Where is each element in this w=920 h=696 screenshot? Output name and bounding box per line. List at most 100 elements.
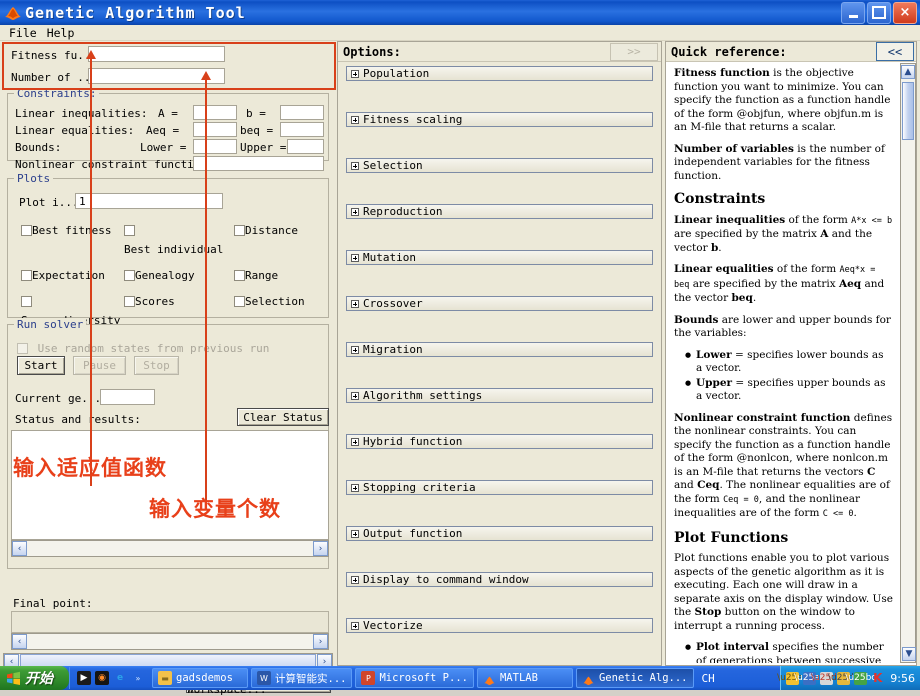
checkbox-box[interactable] (234, 225, 245, 236)
ime-indicator[interactable]: CH (694, 672, 723, 685)
menu-file[interactable]: File (4, 26, 42, 40)
expand-plus-icon[interactable] (351, 115, 359, 124)
checkbox-box[interactable] (124, 270, 135, 281)
scroll-right-icon[interactable]: › (313, 634, 328, 649)
options-section-hybrid-function[interactable]: Hybrid function (346, 434, 653, 449)
checkbox-box[interactable] (21, 296, 32, 307)
expand-plus-icon[interactable] (351, 69, 359, 78)
close-button[interactable]: × (893, 1, 917, 24)
checkbox-genealogy[interactable]: Genealogy (124, 264, 234, 283)
options-section-display-to-command-window[interactable]: Display to command window (346, 572, 653, 587)
quick-reference-vertical-scrollbar[interactable]: ▲ ▼ (900, 63, 916, 663)
taskbar-item-genetic-algorithm[interactable]: Genetic Alg... (575, 668, 694, 688)
section-label: Algorithm settings (363, 389, 483, 402)
maximize-button[interactable] (867, 1, 891, 24)
checkbox-box[interactable] (124, 225, 135, 236)
pause-button[interactable]: Pause (73, 356, 126, 375)
scroll-thumb[interactable] (902, 82, 914, 140)
stop-button[interactable]: Stop (134, 356, 179, 375)
scroll-right-icon[interactable]: › (313, 541, 328, 556)
checkbox-best-fitness[interactable]: Best fitness (21, 219, 124, 257)
quick-reference-heading: Constraints (674, 191, 766, 207)
upper-input[interactable] (287, 139, 324, 154)
aeq-input[interactable] (193, 122, 237, 137)
status-results-textarea[interactable] (11, 430, 329, 540)
options-section-migration[interactable]: Migration (346, 342, 653, 357)
checkbox-best-individual[interactable]: Best individual (124, 219, 234, 257)
checkbox-selection[interactable]: Selection (234, 290, 305, 328)
folder-icon: ▬ (158, 671, 172, 685)
beq-input[interactable] (280, 122, 324, 137)
realplayer-icon[interactable]: ◉ (95, 671, 109, 685)
genetic-algorithm-tool-window: Genetic Algorithm Tool × File Help Fitne… (0, 0, 920, 696)
status-horizontal-scrollbar[interactable]: ‹ › (11, 540, 329, 557)
expand-plus-icon[interactable] (351, 391, 359, 400)
expand-plus-icon[interactable] (351, 299, 359, 308)
a-input[interactable] (193, 105, 237, 120)
expand-plus-icon[interactable] (351, 161, 359, 170)
options-section-reproduction[interactable]: Reproduction (346, 204, 653, 219)
taskbar-item-matlab[interactable]: MATLAB (476, 668, 573, 688)
plot-interval-input[interactable] (75, 193, 223, 209)
checkbox-scores[interactable]: Scores (124, 290, 234, 328)
options-section-output-function[interactable]: Output function (346, 526, 653, 541)
checkbox-box[interactable] (124, 296, 135, 307)
scroll-down-icon[interactable]: ▼ (902, 647, 916, 661)
checkbox-box[interactable] (21, 225, 32, 236)
expand-plus-icon[interactable] (351, 207, 359, 216)
use-random-states-checkbox[interactable]: Use random states from previous run (17, 337, 269, 356)
start-button[interactable]: 开始 (0, 666, 69, 690)
final-point-horizontal-scrollbar[interactable]: ‹ › (11, 633, 329, 650)
nonlinear-constraint-input[interactable] (193, 156, 324, 171)
checkbox-label: Distance (245, 224, 298, 237)
taskbar-clock[interactable]: 9:56 (890, 672, 915, 685)
lower-input[interactable] (193, 139, 237, 154)
taskbar-item-powerpoint[interactable]: P Microsoft P... (355, 668, 474, 688)
shield-icon[interactable]: \u25bc (845, 671, 876, 685)
scroll-left-icon[interactable]: ‹ (12, 541, 27, 556)
options-collapse-button[interactable]: >> (610, 42, 658, 61)
scroll-left-icon[interactable]: ‹ (12, 634, 27, 649)
checkbox-distance[interactable]: Distance (234, 219, 298, 257)
taskbar-item-word-doc[interactable]: W 计算智能实... (251, 668, 353, 688)
beq-label: beq = (240, 124, 274, 137)
b-input[interactable] (280, 105, 324, 120)
options-section-crossover[interactable]: Crossover (346, 296, 653, 311)
expand-plus-icon[interactable] (351, 529, 359, 538)
scroll-up-icon[interactable]: ▲ (901, 65, 915, 79)
taskbar-item-gadsdemos[interactable]: ▬ gadsdemos (152, 668, 248, 688)
expand-plus-icon[interactable] (351, 253, 359, 262)
options-section-mutation[interactable]: Mutation (346, 250, 653, 265)
quick-reference-collapse-button[interactable]: << (876, 42, 914, 61)
expand-plus-icon[interactable] (351, 437, 359, 446)
checkbox-expectation[interactable]: Expectation (21, 264, 124, 283)
checkbox-box[interactable] (21, 270, 32, 281)
start-button[interactable]: Start (17, 356, 65, 375)
clear-status-button[interactable]: Clear Status (237, 408, 329, 426)
task-label: MATLAB (499, 672, 538, 684)
checkbox-box[interactable] (234, 296, 245, 307)
checkbox-box[interactable] (234, 270, 245, 281)
checkbox-range[interactable]: Range (234, 264, 278, 283)
more-chevron-icon[interactable]: » (131, 671, 145, 685)
checkbox-box[interactable] (17, 343, 28, 354)
internet-explorer-icon[interactable]: e (113, 671, 127, 685)
expand-plus-icon[interactable] (351, 345, 359, 354)
expand-plus-icon[interactable] (351, 621, 359, 630)
expand-plus-icon[interactable] (351, 483, 359, 492)
options-section-algorithm-settings[interactable]: Algorithm settings (346, 388, 653, 403)
media-player-icon[interactable]: ▶ (77, 671, 91, 685)
final-point-label: Final point: (13, 597, 93, 610)
options-section-fitness-scaling[interactable]: Fitness scaling (346, 112, 653, 127)
options-section-vectorize[interactable]: Vectorize (346, 618, 653, 633)
final-point-display (11, 611, 329, 633)
options-section-population[interactable]: Population (346, 66, 653, 81)
options-section-stopping-criteria[interactable]: Stopping criteria (346, 480, 653, 495)
expand-plus-icon[interactable] (351, 575, 359, 584)
minimize-button[interactable] (841, 1, 865, 24)
kaspersky-k-icon[interactable]: K (871, 671, 884, 685)
menu-help[interactable]: Help (42, 26, 80, 40)
annotation-arrow-fitness (86, 50, 96, 59)
current-generation-input[interactable] (100, 389, 155, 405)
options-section-selection[interactable]: Selection (346, 158, 653, 173)
